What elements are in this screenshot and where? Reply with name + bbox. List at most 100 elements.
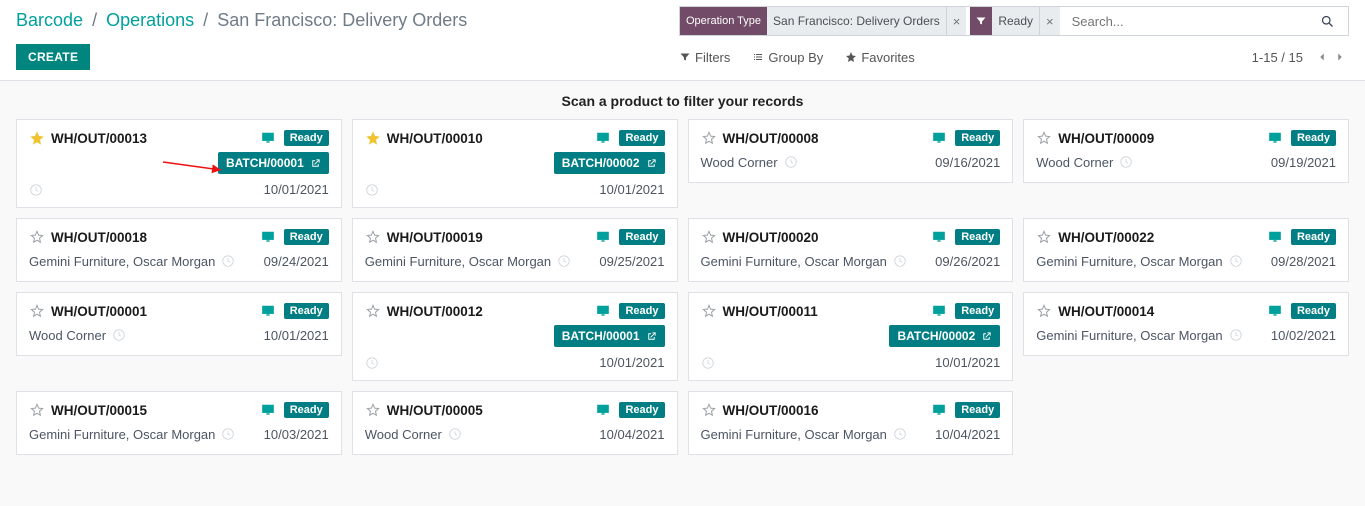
star-icon[interactable] xyxy=(1036,229,1052,245)
desktop-icon[interactable] xyxy=(595,131,611,145)
kanban-card[interactable]: WH/OUT/00013ReadyBATCH/0000110/01/2021 xyxy=(16,119,342,208)
desktop-icon[interactable] xyxy=(1267,304,1283,318)
partner-name: Gemini Furniture, Oscar Morgan xyxy=(1036,328,1222,343)
kanban-card[interactable]: WH/OUT/00010ReadyBATCH/0000210/01/2021 xyxy=(352,119,678,208)
desktop-icon[interactable] xyxy=(260,230,276,244)
star-icon[interactable] xyxy=(29,303,45,319)
star-icon[interactable] xyxy=(701,130,717,146)
status-badge[interactable]: Ready xyxy=(284,130,329,146)
desktop-icon[interactable] xyxy=(595,230,611,244)
picking-reference: WH/OUT/00008 xyxy=(723,131,819,146)
clock-icon xyxy=(1229,328,1243,342)
batch-tag[interactable]: BATCH/00001 xyxy=(554,325,665,347)
batch-tag[interactable]: BATCH/00001 xyxy=(218,152,329,174)
desktop-icon[interactable] xyxy=(1267,131,1283,145)
star-icon[interactable] xyxy=(29,130,45,146)
clock-icon xyxy=(701,356,715,370)
desktop-icon[interactable] xyxy=(595,304,611,318)
status-badge[interactable]: Ready xyxy=(284,303,329,319)
desktop-icon[interactable] xyxy=(931,304,947,318)
desktop-icon[interactable] xyxy=(931,403,947,417)
breadcrumb-root[interactable]: Barcode xyxy=(16,10,83,30)
batch-tag[interactable]: BATCH/00002 xyxy=(554,152,665,174)
kanban-card[interactable]: WH/OUT/00014ReadyGemini Furniture, Oscar… xyxy=(1023,292,1349,356)
favorites-label: Favorites xyxy=(861,50,914,65)
desktop-icon[interactable] xyxy=(1267,230,1283,244)
clock-icon xyxy=(365,356,379,370)
star-icon[interactable] xyxy=(701,402,717,418)
status-badge[interactable]: Ready xyxy=(619,229,664,245)
filters-button[interactable]: Filters xyxy=(679,50,730,65)
desktop-icon[interactable] xyxy=(260,403,276,417)
status-badge[interactable]: Ready xyxy=(1291,229,1336,245)
status-badge[interactable]: Ready xyxy=(1291,130,1336,146)
filters-label: Filters xyxy=(695,50,730,65)
search-box[interactable]: Operation Type San Francisco: Delivery O… xyxy=(679,6,1349,36)
scheduled-date: 10/01/2021 xyxy=(599,182,664,197)
clock-icon xyxy=(1229,254,1243,268)
kanban-card[interactable]: WH/OUT/00016ReadyGemini Furniture, Oscar… xyxy=(688,391,1014,455)
picking-reference: WH/OUT/00009 xyxy=(1058,131,1154,146)
star-icon[interactable] xyxy=(1036,303,1052,319)
status-badge[interactable]: Ready xyxy=(955,130,1000,146)
pager-prev-icon[interactable] xyxy=(1313,48,1331,66)
star-icon[interactable] xyxy=(29,402,45,418)
desktop-icon[interactable] xyxy=(931,131,947,145)
status-badge[interactable]: Ready xyxy=(284,402,329,418)
picking-reference: WH/OUT/00019 xyxy=(387,230,483,245)
batch-tag[interactable]: BATCH/00002 xyxy=(889,325,1000,347)
scheduled-date: 10/04/2021 xyxy=(935,427,1000,442)
status-badge[interactable]: Ready xyxy=(955,402,1000,418)
kanban-card[interactable]: WH/OUT/00022ReadyGemini Furniture, Oscar… xyxy=(1023,218,1349,282)
star-icon[interactable] xyxy=(365,402,381,418)
create-button[interactable]: CREATE xyxy=(16,44,90,70)
kanban-card[interactable]: WH/OUT/00019ReadyGemini Furniture, Oscar… xyxy=(352,218,678,282)
kanban-card[interactable]: WH/OUT/00009ReadyWood Corner09/19/2021 xyxy=(1023,119,1349,183)
scheduled-date: 09/25/2021 xyxy=(599,254,664,269)
kanban-card[interactable]: WH/OUT/00020ReadyGemini Furniture, Oscar… xyxy=(688,218,1014,282)
star-icon[interactable] xyxy=(365,229,381,245)
search-input[interactable] xyxy=(1064,14,1320,29)
scheduled-date: 10/01/2021 xyxy=(264,328,329,343)
star-icon[interactable] xyxy=(701,229,717,245)
group-by-button[interactable]: Group By xyxy=(752,50,823,65)
kanban-card[interactable]: WH/OUT/00015ReadyGemini Furniture, Oscar… xyxy=(16,391,342,455)
breadcrumb-mid[interactable]: Operations xyxy=(106,10,194,30)
kanban-card[interactable]: WH/OUT/00001ReadyWood Corner10/01/2021 xyxy=(16,292,342,356)
desktop-icon[interactable] xyxy=(595,403,611,417)
scheduled-date: 10/01/2021 xyxy=(264,182,329,197)
facet-remove-icon[interactable]: × xyxy=(947,14,967,29)
desktop-icon[interactable] xyxy=(260,304,276,318)
status-badge[interactable]: Ready xyxy=(955,229,1000,245)
kanban-card[interactable]: WH/OUT/00008ReadyWood Corner09/16/2021 xyxy=(688,119,1014,183)
star-icon[interactable] xyxy=(29,229,45,245)
search-area: Operation Type San Francisco: Delivery O… xyxy=(679,6,1349,36)
status-badge[interactable]: Ready xyxy=(1291,303,1336,319)
list-icon xyxy=(752,51,764,63)
breadcrumb-current: San Francisco: Delivery Orders xyxy=(217,10,467,30)
partner-name: Gemini Furniture, Oscar Morgan xyxy=(701,427,887,442)
kanban-card[interactable]: WH/OUT/00012ReadyBATCH/0000110/01/2021 xyxy=(352,292,678,381)
favorites-button[interactable]: Favorites xyxy=(845,50,914,65)
kanban-card[interactable]: WH/OUT/00005ReadyWood Corner10/04/2021 xyxy=(352,391,678,455)
star-icon[interactable] xyxy=(365,130,381,146)
status-badge[interactable]: Ready xyxy=(619,303,664,319)
star-icon[interactable] xyxy=(1036,130,1052,146)
clock-icon xyxy=(112,328,126,342)
status-badge[interactable]: Ready xyxy=(619,402,664,418)
star-icon[interactable] xyxy=(701,303,717,319)
clock-icon xyxy=(365,183,379,197)
status-badge[interactable]: Ready xyxy=(284,229,329,245)
kanban-card[interactable]: WH/OUT/00011ReadyBATCH/0000210/01/2021 xyxy=(688,292,1014,381)
desktop-icon[interactable] xyxy=(260,131,276,145)
partner-name: Gemini Furniture, Oscar Morgan xyxy=(701,254,887,269)
status-badge[interactable]: Ready xyxy=(955,303,1000,319)
star-icon[interactable] xyxy=(365,303,381,319)
kanban-card[interactable]: WH/OUT/00018ReadyGemini Furniture, Oscar… xyxy=(16,218,342,282)
desktop-icon[interactable] xyxy=(931,230,947,244)
status-badge[interactable]: Ready xyxy=(619,130,664,146)
facet-remove-icon[interactable]: × xyxy=(1040,14,1060,29)
search-icon[interactable] xyxy=(1320,14,1348,29)
pager-next-icon[interactable] xyxy=(1331,48,1349,66)
scheduled-date: 10/01/2021 xyxy=(599,355,664,370)
